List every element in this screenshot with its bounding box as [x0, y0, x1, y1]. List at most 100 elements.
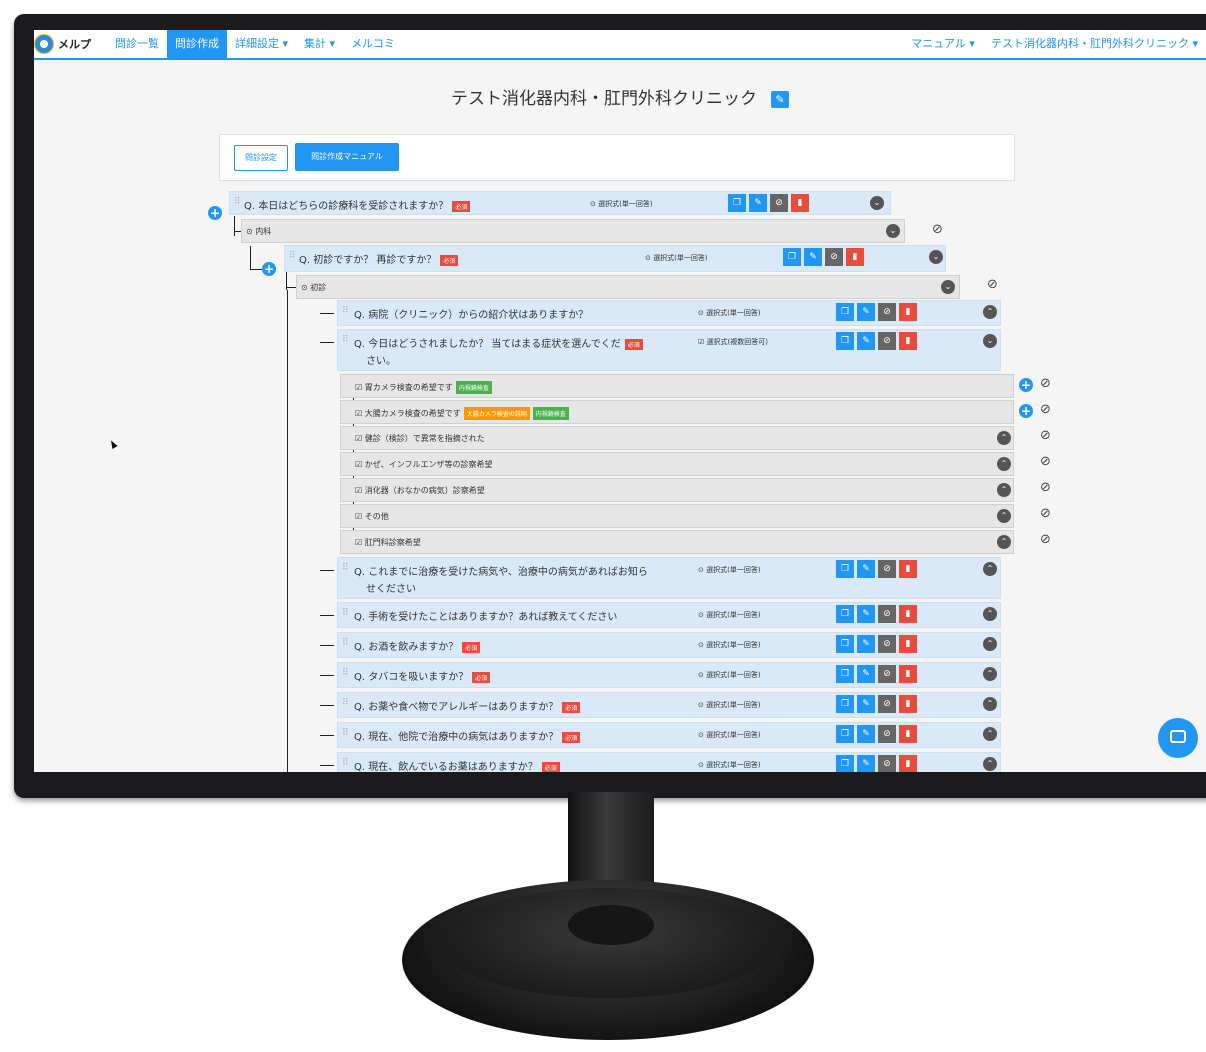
- chevron-up-icon[interactable]: ⌃: [997, 509, 1011, 523]
- eye-slash-icon[interactable]: ⊘: [1040, 454, 1051, 469]
- nav-item-manual[interactable]: マニュアル ▾: [903, 30, 983, 58]
- chevron-down-icon[interactable]: ⌄: [870, 196, 884, 210]
- question-row[interactable]: ⠿ Q. 初診ですか？ 再診ですか？ 必須 ⊙ 選択式(単一回答) ❐ ✎ ⊘ ▮ ⌄: [284, 245, 946, 272]
- option-row[interactable]: ☑ 健診（検診）で異常を指摘された ⌃: [340, 426, 1014, 450]
- chevron-up-icon[interactable]: ⌃: [997, 431, 1011, 445]
- nav-item-list[interactable]: 問診一覧: [107, 30, 167, 58]
- hide-icon[interactable]: ⊘: [878, 560, 896, 578]
- delete-icon[interactable]: ▮: [899, 695, 917, 713]
- edit-icon[interactable]: ✎: [857, 560, 875, 578]
- edit-icon[interactable]: ✎: [857, 725, 875, 743]
- edit-icon[interactable]: ✎: [857, 303, 875, 321]
- question-row[interactable]: ⠿ Q. 病院（クリニック）からの紹介状はありますか？ ⊙ 選択式(単一回答) …: [337, 300, 1001, 326]
- questionnaire-settings-button[interactable]: 問診設定: [234, 145, 288, 171]
- chevron-down-icon[interactable]: ⌄: [886, 224, 900, 238]
- logo[interactable]: メルプ: [34, 34, 91, 54]
- question-row[interactable]: ⠿ Q. タバコを吸いますか？ 必須 ⊙ 選択式(単一回答) ❐ ✎ ⊘ ▮ ⌃: [337, 662, 1001, 688]
- eye-slash-icon[interactable]: ⊘: [932, 222, 943, 237]
- edit-icon[interactable]: ✎: [857, 605, 875, 623]
- hide-icon[interactable]: ⊘: [770, 194, 788, 212]
- eye-slash-icon[interactable]: ⊘: [1040, 480, 1051, 495]
- add-question-icon[interactable]: +: [208, 206, 222, 220]
- add-icon[interactable]: +: [1019, 378, 1033, 392]
- question-row[interactable]: ⠿ Q. 現在、他院で治療中の病気はありますか？ 必須 ⊙ 選択式(単一回答) ❐…: [337, 722, 1001, 748]
- chevron-down-icon[interactable]: ⌄: [941, 280, 955, 294]
- eye-slash-icon[interactable]: ⊘: [1040, 402, 1051, 417]
- copy-icon[interactable]: ❐: [836, 665, 854, 683]
- delete-icon[interactable]: ▮: [899, 665, 917, 683]
- option-row[interactable]: ☑ その他 ⌃: [340, 504, 1014, 528]
- delete-icon[interactable]: ▮: [899, 635, 917, 653]
- edit-icon[interactable]: ✎: [857, 635, 875, 653]
- delete-icon[interactable]: ▮: [791, 194, 809, 212]
- hide-icon[interactable]: ⊘: [878, 635, 896, 653]
- edit-icon[interactable]: ✎: [857, 332, 875, 350]
- chevron-up-icon[interactable]: ⌃: [983, 697, 997, 711]
- nav-item-clinic[interactable]: テスト消化器内科・肛門外科クリニック ▾: [983, 30, 1206, 58]
- delete-icon[interactable]: ▮: [899, 755, 917, 772]
- delete-icon[interactable]: ▮: [899, 605, 917, 623]
- edit-title-button[interactable]: ✎: [771, 90, 789, 108]
- delete-icon[interactable]: ▮: [899, 303, 917, 321]
- hide-icon[interactable]: ⊘: [825, 248, 843, 266]
- chevron-up-icon[interactable]: ⌃: [983, 562, 997, 576]
- nav-item-stats[interactable]: 集計 ▾: [296, 30, 343, 58]
- chevron-up-icon[interactable]: ⌃: [983, 607, 997, 621]
- copy-icon[interactable]: ❐: [836, 560, 854, 578]
- chevron-up-icon[interactable]: ⌃: [997, 457, 1011, 471]
- question-row[interactable]: ⠿ Q. 手術を受けたことはありますか？あれば教えてください ⊙ 選択式(単一回…: [337, 602, 1001, 628]
- option-row[interactable]: ⊙ 内科 ⌄: [241, 219, 905, 243]
- hide-icon[interactable]: ⊘: [878, 303, 896, 321]
- chevron-down-icon[interactable]: ⌄: [983, 334, 997, 348]
- chevron-up-icon[interactable]: ⌃: [983, 667, 997, 681]
- hide-icon[interactable]: ⊘: [878, 332, 896, 350]
- edit-icon[interactable]: ✎: [857, 695, 875, 713]
- option-row[interactable]: ☑ 胃カメラ検査の希望です 内視鏡検査: [340, 374, 1014, 398]
- add-question-icon[interactable]: +: [262, 262, 276, 276]
- add-icon[interactable]: +: [1019, 404, 1033, 418]
- delete-icon[interactable]: ▮: [899, 560, 917, 578]
- delete-icon[interactable]: ▮: [846, 248, 864, 266]
- delete-icon[interactable]: ▮: [899, 725, 917, 743]
- delete-icon[interactable]: ▮: [899, 332, 917, 350]
- eye-slash-icon[interactable]: ⊘: [1040, 428, 1051, 443]
- hide-icon[interactable]: ⊘: [878, 695, 896, 713]
- copy-icon[interactable]: ❐: [783, 248, 801, 266]
- edit-icon[interactable]: ✎: [804, 248, 822, 266]
- eye-slash-icon[interactable]: ⊘: [1040, 506, 1051, 521]
- eye-slash-icon[interactable]: ⊘: [1040, 532, 1051, 547]
- question-row[interactable]: ⠿ Q. 本日はどちらの診療科を受診されますか？ 必須 ⊙ 選択式(単一回答) ❐…: [229, 191, 891, 215]
- option-row[interactable]: ☑ 大腸カメラ検査の希望です 大腸カメラ検査の説明 内視鏡検査: [340, 400, 1014, 424]
- option-row[interactable]: ⊙ 初診 ⌄: [296, 275, 960, 299]
- copy-icon[interactable]: ❐: [836, 303, 854, 321]
- copy-icon[interactable]: ❐: [836, 725, 854, 743]
- hide-icon[interactable]: ⊘: [878, 755, 896, 772]
- edit-icon[interactable]: ✎: [749, 194, 767, 212]
- nav-item-melcomi[interactable]: メルコミ: [343, 30, 403, 58]
- chevron-down-icon[interactable]: ⌄: [929, 250, 943, 264]
- creation-manual-button[interactable]: 問診作成マニュアル: [295, 143, 399, 171]
- chevron-up-icon[interactable]: ⌃: [983, 757, 997, 771]
- question-row[interactable]: ⠿ Q. お酒を飲みますか？ 必須 ⊙ 選択式(単一回答) ❐ ✎ ⊘ ▮ ⌃: [337, 632, 1001, 658]
- hide-icon[interactable]: ⊘: [878, 725, 896, 743]
- edit-icon[interactable]: ✎: [857, 755, 875, 772]
- chevron-up-icon[interactable]: ⌃: [983, 727, 997, 741]
- option-row[interactable]: ☑ 肛門科診察希望 ⌃: [340, 530, 1014, 554]
- chevron-up-icon[interactable]: ⌃: [997, 483, 1011, 497]
- option-row[interactable]: ☑ 消化器（おなかの病気）診察希望 ⌃: [340, 478, 1014, 502]
- question-row[interactable]: ⠿ Q. お薬や食べ物でアレルギーはありますか？ 必須 ⊙ 選択式(単一回答) ❐…: [337, 692, 1001, 718]
- eye-slash-icon[interactable]: ⊘: [1040, 376, 1051, 391]
- copy-icon[interactable]: ❐: [836, 332, 854, 350]
- eye-slash-icon[interactable]: ⊘: [987, 277, 998, 292]
- question-row[interactable]: ⠿ Q. これまでに治療を受けた病気や、治療中の病気があればお知ら せください …: [337, 557, 1001, 599]
- question-row[interactable]: ⠿ Q. 今日はどうされましたか？ 当てはまる症状を選んでくだ 必須 さい。 ☑ …: [337, 329, 1001, 371]
- edit-icon[interactable]: ✎: [857, 665, 875, 683]
- copy-icon[interactable]: ❐: [728, 194, 746, 212]
- chevron-up-icon[interactable]: ⌃: [997, 535, 1011, 549]
- hide-icon[interactable]: ⊘: [878, 605, 896, 623]
- copy-icon[interactable]: ❐: [836, 695, 854, 713]
- hide-icon[interactable]: ⊘: [878, 665, 896, 683]
- nav-item-settings[interactable]: 詳細設定 ▾: [227, 30, 296, 58]
- chevron-up-icon[interactable]: ⌃: [983, 637, 997, 651]
- chevron-up-icon[interactable]: ⌃: [983, 305, 997, 319]
